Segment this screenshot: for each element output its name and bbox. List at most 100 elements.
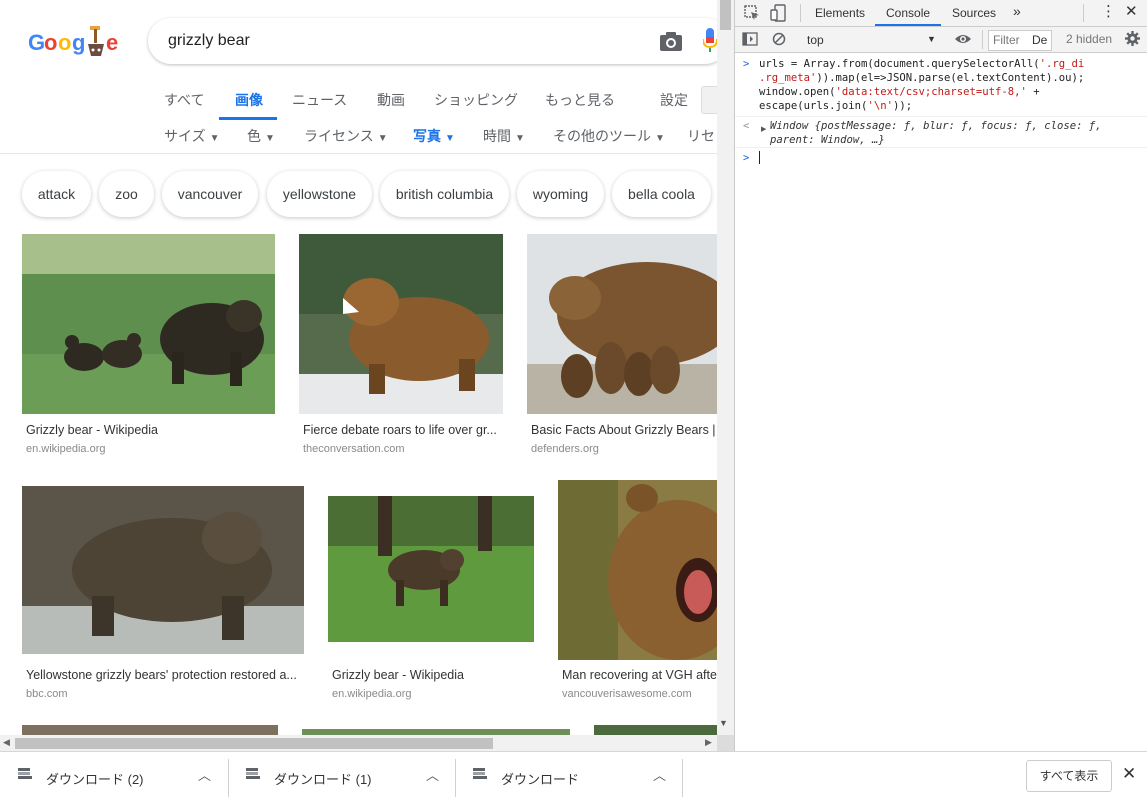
devtools-tab-elements[interactable]: Elements (815, 6, 865, 20)
svg-text:g: g (72, 30, 85, 55)
output-arrow-icon: < (743, 120, 750, 132)
tab-news[interactable]: ニュース (292, 90, 347, 110)
tool-size[interactable]: サイズ ▼ (164, 126, 220, 146)
clear-console-icon[interactable] (772, 32, 786, 46)
result-thumbnail[interactable] (594, 725, 717, 735)
result-thumbnail[interactable] (299, 234, 503, 414)
console-input-line: window.open('data:text/csv;charset=utf-8… (759, 85, 1040, 99)
chip-vancouver[interactable]: vancouver (162, 171, 258, 217)
scroll-right-arrow-icon[interactable]: ▶ (705, 737, 712, 748)
live-expression-eye-icon[interactable] (954, 33, 972, 45)
vertical-scroll-thumb[interactable] (720, 0, 731, 30)
chevron-up-icon[interactable]: ︿ (653, 765, 666, 784)
result-source: en.wikipedia.org (26, 443, 106, 455)
search-box[interactable] (148, 18, 717, 64)
image-result[interactable]: Yellowstone grizzly bears' protection re… (22, 486, 304, 708)
active-tab-indicator (219, 117, 277, 120)
result-thumbnail[interactable] (22, 725, 278, 735)
result-source: bbc.com (26, 688, 68, 700)
chip-british-columbia[interactable]: british columbia (380, 171, 509, 217)
result-title[interactable]: Man recovering at VGH afte (562, 668, 717, 682)
inspect-element-icon[interactable] (744, 5, 760, 21)
tab-images[interactable]: 画像 (235, 90, 263, 110)
expand-triangle-icon[interactable]: ▶ (761, 125, 766, 133)
console-filter-input[interactable]: Filter De (988, 30, 1052, 51)
tool-other[interactable]: その他のツール ▼ (553, 126, 665, 146)
tools-button[interactable] (701, 86, 717, 114)
scrollbar-corner (717, 735, 734, 751)
device-toolbar-icon[interactable] (770, 4, 786, 22)
tool-color[interactable]: 色 ▼ (247, 126, 275, 146)
devtools-tab-sources[interactable]: Sources (952, 6, 996, 20)
code-string: .rg_meta' (759, 72, 817, 84)
code-text: + (1026, 86, 1040, 98)
close-devtools-icon[interactable]: ✕ (1125, 2, 1138, 20)
image-result[interactable]: Grizzly bear - Wikipedia en.wikipedia.or… (328, 496, 534, 708)
result-title[interactable]: Grizzly bear - Wikipedia (26, 423, 271, 437)
microphone-icon[interactable] (703, 28, 717, 54)
result-title[interactable]: Grizzly bear - Wikipedia (332, 668, 532, 682)
image-result[interactable]: Basic Facts About Grizzly Bears | defend… (527, 234, 717, 464)
tab-videos[interactable]: 動画 (377, 90, 405, 110)
log-levels-dropdown[interactable]: De (1032, 31, 1047, 50)
file-icon (18, 768, 32, 779)
download-filename: ダウンロード (501, 772, 580, 787)
image-result[interactable]: Man recovering at VGH afte vancouverisaw… (558, 480, 717, 708)
tab-more[interactable]: もっと見る (545, 90, 615, 110)
image-result[interactable]: Grizzly bear - Wikipedia en.wikipedia.or… (22, 234, 275, 464)
chip-yellowstone[interactable]: yellowstone (267, 171, 372, 217)
console-input-caret[interactable] (759, 151, 760, 164)
tool-reset[interactable]: リセ (687, 126, 715, 146)
search-input[interactable] (168, 32, 628, 50)
result-title[interactable]: Yellowstone grizzly bears' protection re… (26, 668, 302, 682)
context-selector[interactable]: top ▼ (801, 30, 941, 49)
download-item[interactable]: ダウンロード ︿ (455, 751, 683, 798)
console-result-line[interactable]: Window {postMessage: ƒ, blur: ƒ, focus: … (770, 119, 1102, 133)
result-thumbnail[interactable] (22, 486, 304, 654)
show-all-downloads-button[interactable]: すべて表示 (1026, 760, 1112, 792)
tab-all[interactable]: すべて (164, 90, 204, 110)
console-sidebar-icon[interactable] (742, 32, 758, 46)
caret-down-icon: ▼ (265, 133, 275, 144)
chip-attack[interactable]: attack (22, 171, 91, 217)
console-settings-gear-icon[interactable] (1125, 31, 1140, 46)
chevron-up-icon[interactable]: ︿ (198, 765, 211, 784)
caret-down-icon: ▼ (515, 133, 525, 144)
console-result-line[interactable]: parent: Window, …} (770, 133, 885, 147)
code-string: 'data:text/csv;charset=utf-8,' (835, 86, 1027, 98)
scroll-down-arrow-icon[interactable]: ▼ (719, 718, 728, 728)
tool-time[interactable]: 時間 ▼ (483, 126, 525, 146)
result-thumbnail[interactable] (558, 480, 717, 660)
more-tabs-icon[interactable]: » (1013, 3, 1021, 19)
chip-zoo[interactable]: zoo (99, 171, 154, 217)
svg-text:G: G (28, 30, 45, 55)
scroll-left-arrow-icon[interactable]: ◀ (3, 737, 10, 748)
close-icon[interactable]: ✕ (1122, 764, 1136, 784)
tab-shopping[interactable]: ショッピング (434, 90, 518, 110)
tool-color-label: 色 (247, 128, 261, 144)
tool-type[interactable]: 写真 ▼ (413, 126, 455, 146)
image-result[interactable]: Fierce debate roars to life over gr... t… (299, 234, 503, 464)
horizontal-scroll-thumb[interactable] (15, 738, 493, 749)
chip-bella-coola[interactable]: bella coola (612, 171, 711, 217)
result-title[interactable]: Basic Facts About Grizzly Bears | (531, 423, 717, 437)
download-item[interactable]: ダウンロード (2) ︿ (0, 751, 229, 798)
result-title[interactable]: Fierce debate roars to life over gr... (303, 423, 501, 437)
code-string: '.rg_di (1039, 58, 1085, 70)
console-input-line: .rg_meta')).map(el=>JSON.parse(el.textCo… (759, 71, 1084, 85)
tab-settings[interactable]: 設定 (660, 90, 688, 110)
google-doodle-logo[interactable]: G o o g e (28, 24, 128, 62)
result-thumbnail[interactable] (527, 234, 717, 414)
download-item[interactable]: ダウンロード (1) ︿ (228, 751, 456, 798)
more-options-icon[interactable]: ⋮ (1101, 2, 1116, 20)
camera-icon[interactable] (659, 30, 683, 52)
tool-license[interactable]: ライセンス ▼ (304, 126, 388, 146)
devtools-tab-console[interactable]: Console (886, 6, 930, 20)
toolbar-separator (800, 4, 801, 22)
chip-wyoming[interactable]: wyoming (517, 171, 604, 217)
result-thumbnail[interactable] (22, 234, 275, 414)
vertical-scrollbar[interactable] (717, 0, 734, 735)
devtools-tab-bar (735, 0, 1147, 27)
result-thumbnail[interactable] (328, 496, 534, 642)
chevron-up-icon[interactable]: ︿ (426, 765, 439, 784)
